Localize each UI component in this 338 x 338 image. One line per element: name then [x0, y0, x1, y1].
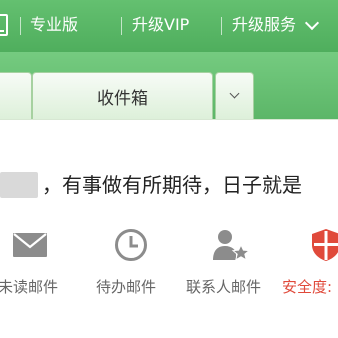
divider: [221, 17, 222, 35]
greeting-text: ，有事做有所期待，日子就是: [42, 173, 302, 197]
todo-mail-link[interactable]: 待办邮件: [96, 276, 156, 298]
envelope-icon[interactable]: [12, 232, 48, 258]
tab-bar: 收件箱: [0, 52, 338, 119]
upgrade-vip-link[interactable]: 升级VIP: [132, 13, 189, 37]
unread-mail-link[interactable]: 未读邮件: [0, 276, 58, 298]
tab-inbox[interactable]: 收件箱: [32, 72, 213, 119]
divider: [20, 17, 21, 35]
divider: [121, 17, 122, 35]
shield-icon[interactable]: [311, 228, 338, 262]
chevron-down-icon: [229, 88, 240, 99]
mobile-icon[interactable]: [0, 14, 8, 36]
edition-link[interactable]: 专业版: [30, 13, 78, 37]
chevron-down-icon[interactable]: [304, 15, 320, 31]
tab-more-button[interactable]: [215, 72, 254, 119]
tab-previous[interactable]: [0, 72, 32, 119]
username-redacted: [0, 172, 38, 198]
tab-inbox-label: 收件箱: [97, 89, 148, 109]
clock-icon[interactable]: [114, 228, 148, 262]
top-bar: 专业版 升级VIP 升级服务: [0, 0, 338, 52]
contact-mail-link[interactable]: 联系人邮件: [186, 276, 261, 298]
upgrade-service-link[interactable]: 升级服务: [232, 13, 296, 37]
contact-star-icon[interactable]: [212, 228, 250, 262]
security-level-link[interactable]: 安全度:: [282, 276, 332, 298]
divider: [0, 119, 338, 120]
